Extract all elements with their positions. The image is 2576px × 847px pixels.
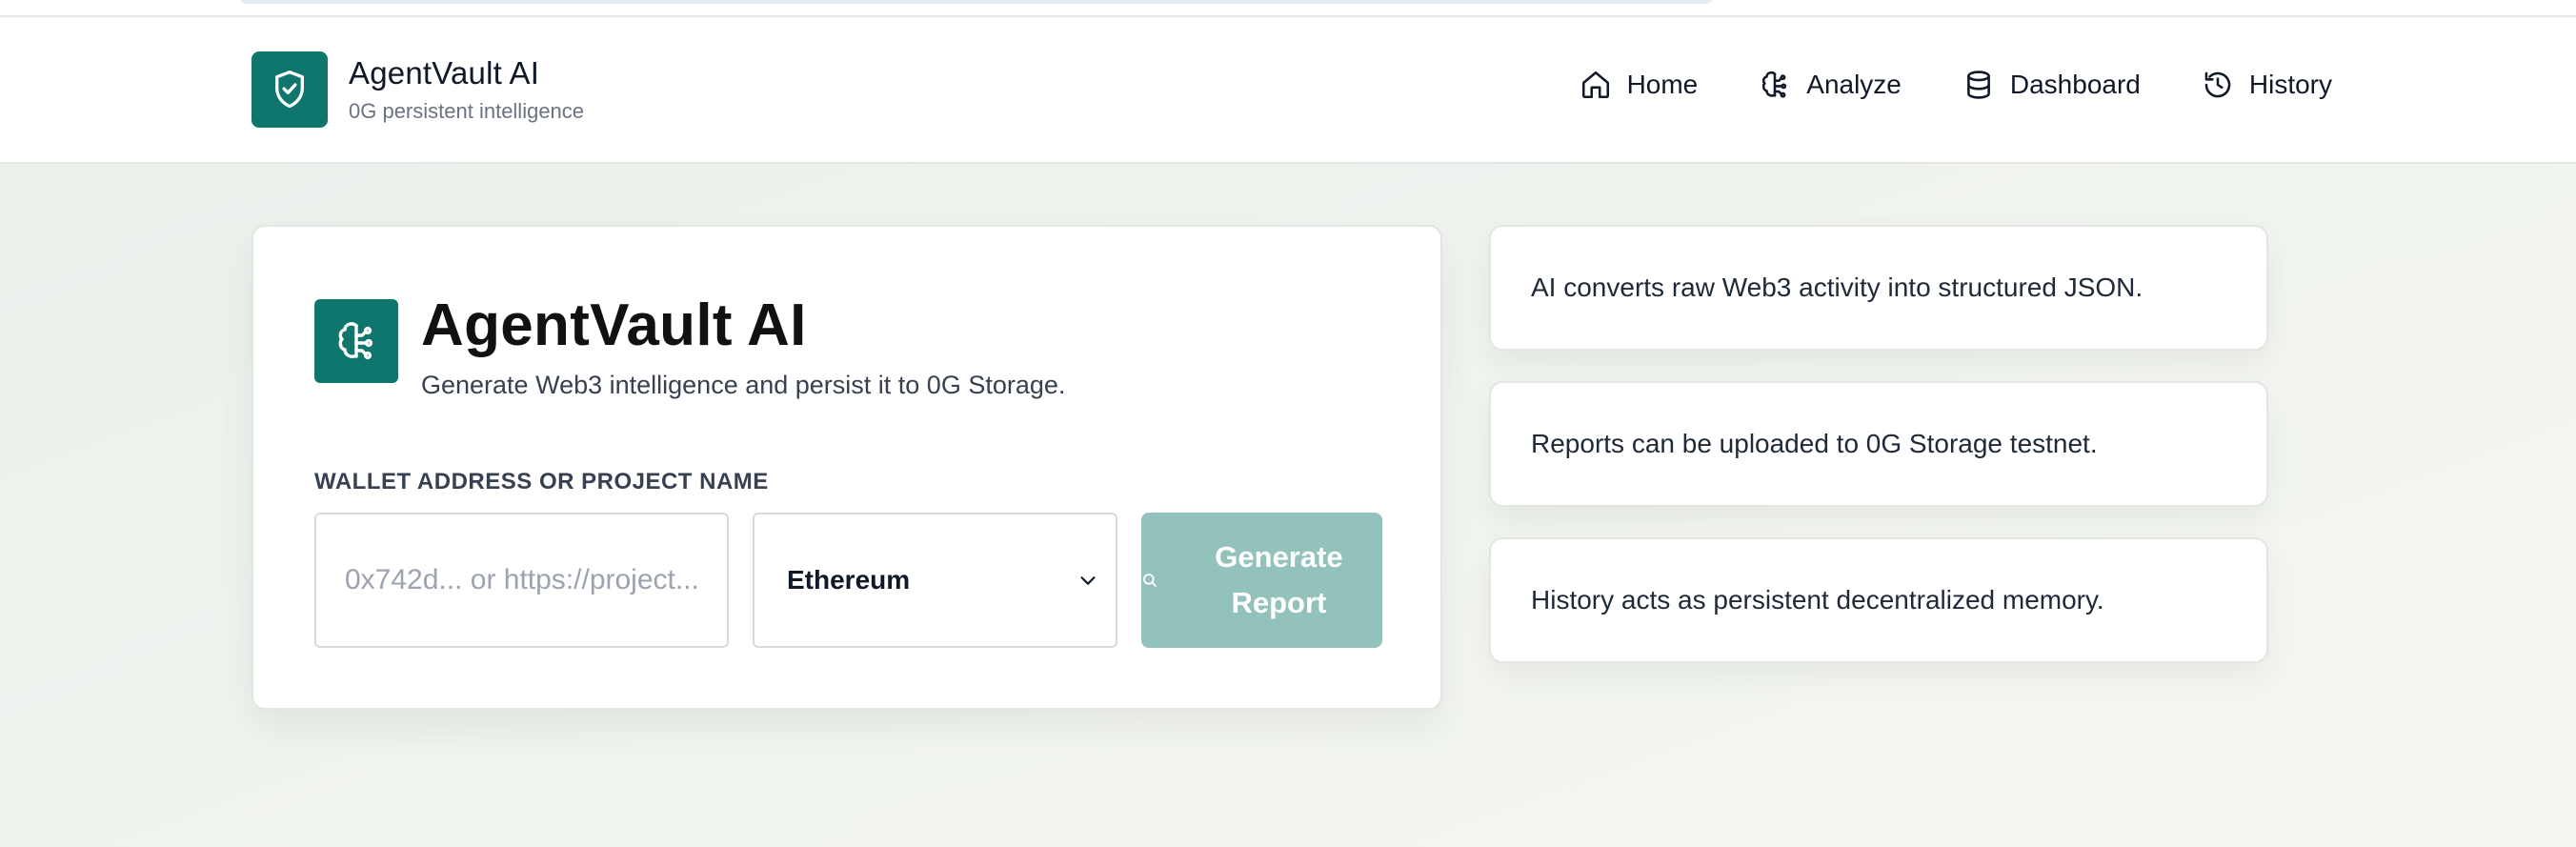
- address-bar-edge: [238, 0, 1715, 4]
- nav-item-label: Home: [1626, 70, 1699, 99]
- brand-title: AgentVault AI: [349, 55, 540, 91]
- nav-item-analyze[interactable]: Analyze: [1759, 69, 1902, 101]
- search-icon: [1143, 574, 1157, 587]
- brain-icon: [1762, 71, 1787, 98]
- wallet-address-input[interactable]: [314, 513, 729, 648]
- brand-subtitle: 0G persistent intelligence: [349, 99, 585, 123]
- shield-check-icon: [252, 51, 328, 128]
- wallet-field-label: WALLET ADDRESS OR PROJECT NAME: [314, 469, 769, 494]
- brain-icon: [314, 299, 398, 383]
- nav-item-home[interactable]: Home: [1580, 69, 1699, 101]
- app-header: AgentVault AI 0G persistent intelligence…: [0, 17, 2576, 164]
- nav-item-label: Analyze: [1806, 70, 1902, 99]
- generate-report-button[interactable]: Generate Report: [1141, 513, 1382, 648]
- network-select-value: Ethereum: [787, 565, 911, 595]
- nav-item-history[interactable]: History: [2202, 69, 2332, 101]
- info-card-storage: Reports can be uploaded to 0G Storage te…: [1489, 381, 2268, 507]
- database-icon: [1966, 71, 1990, 99]
- chevron-down-icon: [1080, 576, 1096, 585]
- nav-item-label: History: [2248, 70, 2332, 99]
- nav-item-dashboard[interactable]: Dashboard: [1962, 69, 2141, 101]
- generate-report-label: Generate Report: [1215, 540, 1343, 619]
- browser-top-strip: [0, 0, 2576, 17]
- info-card-history: History acts as persistent decentralized…: [1489, 537, 2268, 663]
- info-card-json: AI converts raw Web3 activity into struc…: [1489, 225, 2268, 351]
- page-title: AgentVault AI: [421, 292, 807, 358]
- card-header: AgentVault AI Generate Web3 intelligence…: [314, 292, 1066, 400]
- page-subtitle: Generate Web3 intelligence and persist i…: [421, 371, 1066, 399]
- network-select[interactable]: Ethereum: [753, 513, 1117, 648]
- analyze-card: AgentVault AI Generate Web3 intelligence…: [252, 225, 1442, 710]
- main-nav: Home Analyze Dashboard History: [1519, 69, 2332, 101]
- home-icon: [1581, 71, 1609, 99]
- history-icon: [2204, 71, 2231, 98]
- nav-item-label: Dashboard: [2009, 70, 2141, 99]
- brand[interactable]: AgentVault AI 0G persistent intelligence: [252, 51, 584, 128]
